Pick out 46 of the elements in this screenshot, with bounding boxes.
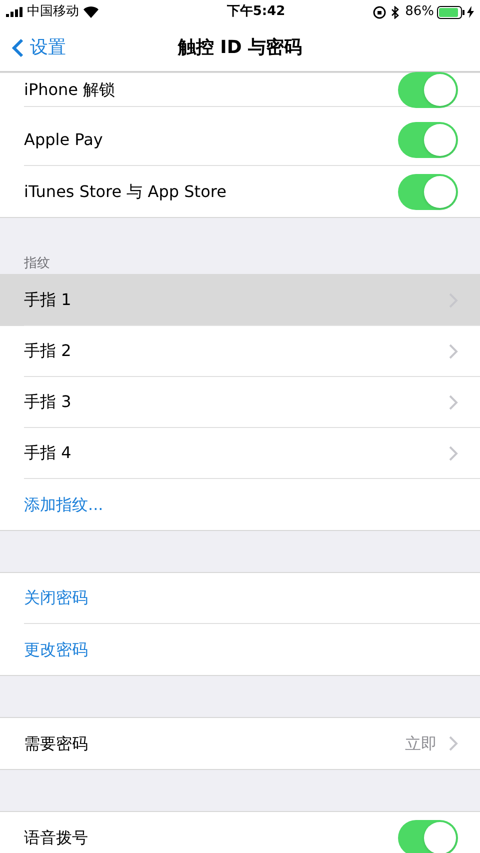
row-label: 手指 1	[24, 289, 72, 311]
status-time: 下午5:42	[226, 3, 286, 22]
chevron-right-icon	[449, 394, 458, 410]
row-label: 语音拨号	[24, 826, 89, 848]
row-label: 关闭密码	[24, 587, 89, 609]
toggle-switch[interactable]	[398, 174, 458, 210]
settings-row[interactable]: 手指 2	[0, 326, 480, 377]
carrier-name: 中国移动	[27, 3, 79, 22]
settings-row[interactable]: 语音拨号	[0, 812, 480, 853]
settings-row[interactable]: 更改密码	[0, 624, 480, 675]
row-label: iPhone 解锁	[24, 78, 116, 100]
settings-row[interactable]: iTunes Store 与 App Store	[0, 166, 480, 217]
row-label: Apple Pay	[24, 129, 104, 151]
battery-percent: 86%	[405, 3, 434, 22]
row-label: 手指 2	[24, 340, 72, 362]
rotation-lock-icon	[373, 6, 386, 18]
chevron-right-icon	[449, 736, 458, 751]
settings-row[interactable]: 关闭密码	[0, 573, 480, 624]
settings-row[interactable]: 添加指纹...	[0, 479, 480, 530]
row-label: 需要密码	[24, 732, 89, 754]
row-value: 立即	[405, 732, 437, 754]
settings-row[interactable]: 手指 1	[0, 275, 480, 326]
settings-row[interactable]: 手指 3	[0, 377, 480, 428]
back-chevron-icon	[12, 38, 24, 58]
toggle-switch[interactable]	[398, 122, 458, 158]
chevron-right-icon	[449, 446, 458, 460]
battery-icon	[437, 6, 465, 18]
wifi-icon	[83, 6, 99, 18]
section-header: 指纹	[23, 255, 50, 273]
row-label: iTunes Store 与 App Store	[24, 180, 228, 202]
toggle-switch[interactable]	[398, 72, 458, 108]
settings-row[interactable]: 手指 4	[0, 428, 480, 479]
settings-row[interactable]: iPhone 解锁	[0, 73, 480, 115]
back-button[interactable]: 设置	[12, 34, 66, 61]
chevron-right-icon	[449, 344, 458, 358]
row-label: 添加指纹...	[24, 494, 104, 516]
bluetooth-icon	[391, 6, 400, 18]
signal-icon	[6, 7, 24, 17]
page-title: 触控 ID 与密码	[178, 36, 302, 60]
settings-row[interactable]: Apple Pay	[0, 115, 480, 166]
row-label: 手指 3	[24, 391, 72, 413]
charging-bolt-icon	[467, 6, 474, 18]
settings-row[interactable]: 需要密码 立即	[0, 718, 480, 769]
toggle-switch[interactable]	[398, 820, 458, 853]
row-label: 手指 4	[24, 442, 72, 464]
row-label: 更改密码	[24, 638, 89, 660]
